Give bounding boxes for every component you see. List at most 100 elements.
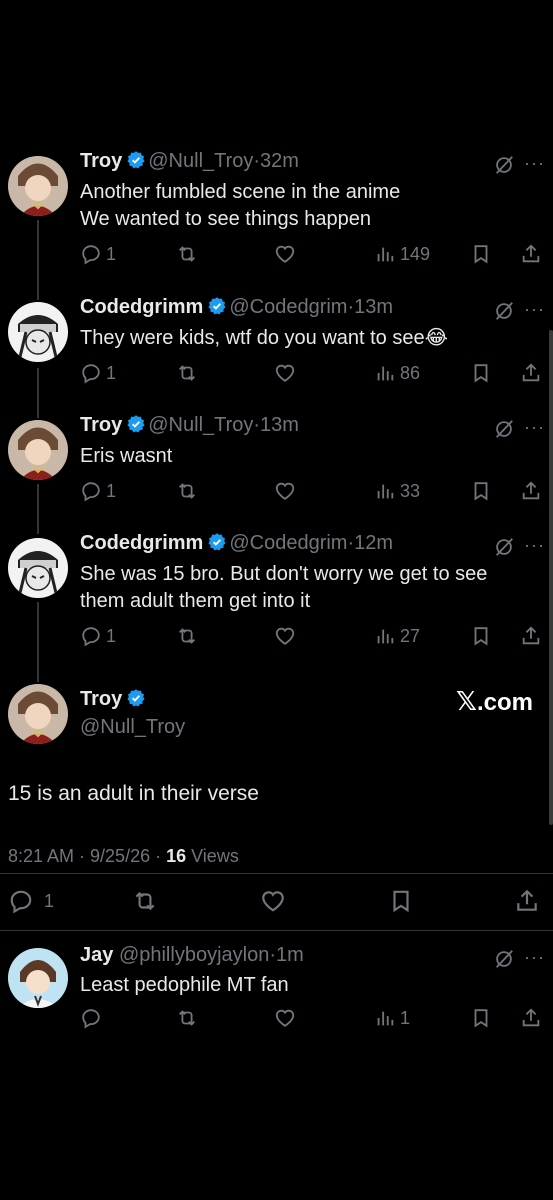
repost-button[interactable] <box>176 1007 198 1029</box>
avatar[interactable] <box>8 156 68 216</box>
display-name[interactable]: Codedgrimm <box>80 532 203 554</box>
share-button[interactable] <box>514 888 540 914</box>
post-header: Troy @Null_Troy·32m <box>80 150 299 173</box>
x-com-watermark: 𝕏.com <box>456 686 533 717</box>
heart-icon <box>275 364 295 382</box>
views-label: Views <box>186 846 239 866</box>
bookmark-button[interactable] <box>388 888 414 914</box>
scrollbar[interactable] <box>549 330 553 825</box>
avatar[interactable] <box>8 684 68 744</box>
repost-button[interactable] <box>132 888 158 914</box>
thread-line <box>37 484 39 534</box>
share-button[interactable] <box>520 362 542 384</box>
like-button[interactable] <box>274 243 296 265</box>
more-icon[interactable]: ··· <box>524 153 545 174</box>
share-icon <box>522 244 540 263</box>
repost-button[interactable] <box>176 625 198 647</box>
more-icon[interactable]: ··· <box>524 299 545 320</box>
action-bar: 1 <box>80 1007 545 1033</box>
user-handle[interactable]: @Null_Troy <box>80 716 185 739</box>
post-header: Codedgrimm @Codedgrim·13m <box>80 296 393 319</box>
like-button[interactable] <box>274 1007 296 1029</box>
more-icon[interactable]: ··· <box>524 535 545 556</box>
avatar[interactable] <box>8 948 68 1008</box>
grok-icon[interactable] <box>493 154 515 176</box>
views-button[interactable]: 33 <box>374 480 420 502</box>
bookmark-button[interactable] <box>470 1007 492 1029</box>
grok-icon[interactable] <box>493 536 515 558</box>
post-time[interactable]: ·1m <box>269 944 303 966</box>
views-button[interactable]: 86 <box>374 362 420 384</box>
avatar[interactable] <box>8 302 68 362</box>
repost-button[interactable] <box>176 362 198 384</box>
reply-count: 1 <box>106 480 117 501</box>
post-header: Troy @Null_Troy·13m <box>80 414 299 437</box>
grok-icon[interactable] <box>493 300 515 322</box>
views-button[interactable]: 149 <box>374 243 430 265</box>
main-post-text: 15 is an adult in their verse <box>8 782 259 805</box>
display-name[interactable]: Codedgrimm <box>80 296 203 318</box>
like-button[interactable] <box>274 480 296 502</box>
share-button[interactable] <box>520 243 542 265</box>
user-handle[interactable]: @Null_Troy <box>148 150 253 172</box>
display-name[interactable]: Troy <box>80 688 122 710</box>
reply-icon <box>82 1009 100 1029</box>
laughing-emoji: 😂 <box>424 327 448 349</box>
reply-button[interactable]: 1 <box>80 625 116 647</box>
reply-icon <box>10 890 32 914</box>
user-handle[interactable]: @Null_Troy <box>148 414 253 436</box>
repost-button[interactable] <box>176 480 198 502</box>
share-button[interactable] <box>520 625 542 647</box>
action-bar: 1 33 <box>80 480 545 506</box>
divider <box>0 930 553 931</box>
thread-line <box>37 220 39 300</box>
reply-button[interactable]: 1 <box>8 888 54 914</box>
post-time[interactable]: ·32m <box>253 150 299 172</box>
user-handle[interactable]: @Codedgrim <box>229 296 347 318</box>
reply-button[interactable]: 1 <box>80 480 116 502</box>
views-button[interactable]: 1 <box>374 1007 410 1029</box>
display-name[interactable]: Jay <box>80 944 113 966</box>
user-handle[interactable]: @Codedgrim <box>229 532 347 554</box>
like-button[interactable] <box>274 625 296 647</box>
reply-count: 1 <box>106 243 117 264</box>
verified-badge-icon <box>127 689 145 707</box>
repost-button[interactable] <box>176 243 198 265</box>
reply-button[interactable]: 1 <box>80 243 116 265</box>
views-button[interactable]: 27 <box>374 625 420 647</box>
user-handle[interactable]: @phillyboyjaylon <box>119 944 269 966</box>
post-text: They were kids, wtf do you want to see😂 <box>80 325 448 352</box>
bookmark-button[interactable] <box>470 625 492 647</box>
post-time[interactable]: ·13m <box>253 414 299 436</box>
like-button[interactable] <box>274 362 296 384</box>
grok-icon[interactable] <box>493 948 515 970</box>
reply-button[interactable]: 1 <box>80 362 116 384</box>
view-count: 33 <box>400 480 421 501</box>
avatar[interactable] <box>8 538 68 598</box>
display-name[interactable]: Troy <box>80 414 122 436</box>
bookmark-button[interactable] <box>470 480 492 502</box>
post-text: Another fumbled scene in the anime We wa… <box>80 181 401 230</box>
post-timestamp[interactable]: 8:21 AM · 9/25/26 · <box>8 846 166 866</box>
watermark-domain: .com <box>476 689 533 716</box>
grok-icon[interactable] <box>493 418 515 440</box>
post-time[interactable]: ·13m <box>347 296 393 318</box>
repost-icon <box>179 1010 195 1026</box>
share-button[interactable] <box>520 1007 542 1029</box>
like-button[interactable] <box>260 888 286 914</box>
more-icon[interactable]: ··· <box>524 417 545 438</box>
repost-icon <box>179 628 195 644</box>
bookmark-button[interactable] <box>470 243 492 265</box>
repost-icon <box>179 246 195 262</box>
main-action-bar: 1 <box>0 888 553 918</box>
post-time[interactable]: ·12m <box>347 532 393 554</box>
reply-button[interactable] <box>80 1007 102 1029</box>
heart-icon <box>275 627 295 645</box>
share-icon <box>522 626 540 645</box>
avatar[interactable] <box>8 420 68 480</box>
share-button[interactable] <box>520 480 542 502</box>
display-name[interactable]: Troy <box>80 150 122 172</box>
more-icon[interactable]: ··· <box>524 947 545 968</box>
bookmark-button[interactable] <box>470 362 492 384</box>
post-text-content: They were kids, wtf do you want to see <box>80 327 425 349</box>
